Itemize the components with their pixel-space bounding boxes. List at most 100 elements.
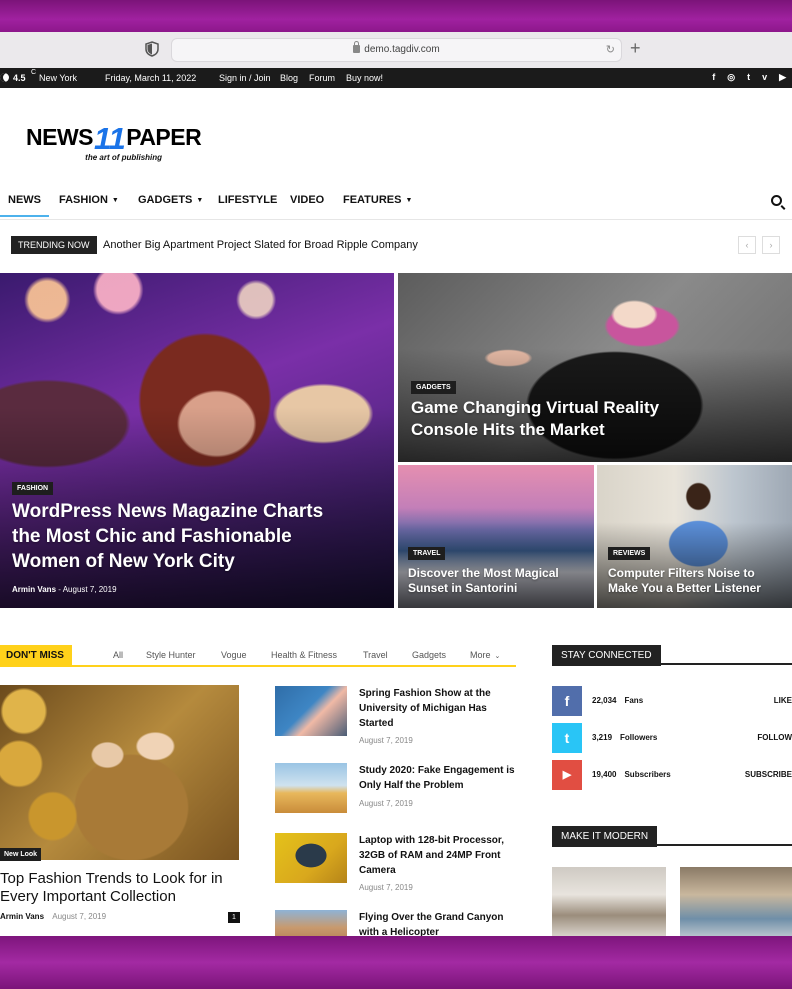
follow-button[interactable]: FOLLOW — [757, 733, 792, 742]
window-frame-top — [0, 0, 792, 32]
list-item[interactable]: Flying Over the Grand Canyon with a Heli… — [275, 910, 515, 936]
nav-item-video[interactable]: VIDEO — [290, 194, 324, 206]
logo-tagline: the art of publishing — [85, 153, 163, 162]
lock-icon — [353, 41, 361, 53]
twitter-icon[interactable]: t — [552, 723, 582, 753]
search-icon[interactable] — [771, 195, 782, 206]
site-logo[interactable]: NEWS 11 PAPER the art of publishing — [26, 123, 202, 162]
social-unit: Followers — [620, 733, 658, 742]
chevron-right-icon[interactable]: › — [762, 236, 780, 254]
author-name[interactable]: Armin Vans — [12, 585, 56, 594]
article-title[interactable]: Top Fashion Trends to Look for in Every … — [0, 870, 239, 906]
article-thumbnail[interactable] — [552, 867, 666, 936]
nav-item-fashion[interactable]: FASHION ▼ — [59, 194, 119, 206]
article-thumbnail[interactable] — [680, 867, 792, 936]
url-text: demo.tagdiv.com — [364, 44, 440, 55]
chevron-down-icon: ⌄ — [494, 653, 501, 660]
top-link-blog[interactable]: Blog — [280, 73, 298, 83]
tab-travel[interactable]: Travel — [363, 650, 388, 660]
nav-item-features[interactable]: FEATURES ▼ — [343, 194, 412, 206]
website: 4.5 C New York Friday, March 11, 2022 Si… — [0, 68, 792, 936]
tab-health-fitness[interactable]: Health & Fitness — [271, 650, 337, 660]
article-thumbnail[interactable] — [275, 763, 347, 813]
featured-title[interactable]: Computer Filters Noise to Make You a Bet… — [608, 566, 788, 596]
social-unit: Subscribers — [624, 770, 671, 779]
youtube-icon[interactable]: ▶ — [779, 72, 786, 83]
featured-tile-main[interactable]: FASHION WordPress News Magazine Charts t… — [0, 273, 394, 608]
nav-label: LIFESTYLE — [218, 194, 278, 206]
top-link-forum[interactable]: Forum — [309, 73, 335, 83]
facebook-icon[interactable]: f — [712, 72, 715, 83]
logo-text-news: NEWS — [26, 124, 94, 150]
article-thumbnail[interactable] — [275, 910, 347, 936]
trending-label: TRENDING NOW — [11, 236, 97, 254]
category-badge[interactable]: New Look — [0, 848, 42, 861]
article-title[interactable]: Spring Fashion Show at the University of… — [359, 686, 515, 731]
article-title[interactable]: Flying Over the Grand Canyon with a Heli… — [359, 910, 515, 936]
featured-tile-gadgets[interactable]: GADGETS Game Changing Virtual Reality Co… — [398, 273, 792, 462]
stay-connected-header: STAY CONNECTED — [552, 645, 792, 666]
category-badge[interactable]: TRAVEL — [408, 547, 446, 560]
article-thumbnail[interactable] — [275, 686, 347, 736]
social-count: 22,034 — [592, 696, 617, 705]
like-button[interactable]: LIKE — [774, 696, 792, 705]
post-date: August 7, 2019 — [52, 912, 107, 921]
social-unit: Fans — [624, 696, 644, 705]
featured-title[interactable]: Discover the Most Magical Sunset in Sant… — [408, 566, 578, 596]
instagram-icon[interactable]: ◎ — [727, 72, 735, 83]
logo-text-paper: PAPER — [126, 124, 202, 150]
social-row-youtube[interactable]: ▶ 19,400 Subscribers SUBSCRIBE — [552, 760, 792, 790]
tab-gadgets[interactable]: Gadgets — [412, 650, 446, 660]
shield-icon[interactable] — [145, 41, 159, 57]
article-title[interactable]: Study 2020: Fake Engagement is Only Half… — [359, 763, 515, 793]
social-row-facebook[interactable]: f 22,034 Fans LIKE — [552, 686, 792, 716]
new-tab-icon[interactable]: + — [630, 37, 641, 59]
nav-item-gadgets[interactable]: GADGETS ▼ — [138, 194, 203, 206]
top-link-buy[interactable]: Buy now! — [346, 73, 383, 83]
social-count: 3,219 — [592, 733, 613, 742]
social-row-twitter[interactable]: t 3,219 Followers FOLLOW — [552, 723, 792, 753]
stay-connected-label: STAY CONNECTED — [552, 645, 661, 666]
chevron-left-icon[interactable]: ‹ — [738, 236, 756, 254]
make-it-modern-header: MAKE IT MODERN — [552, 826, 792, 847]
featured-tile-travel[interactable]: TRAVEL Discover the Most Magical Sunset … — [398, 465, 594, 608]
top-link-signin[interactable]: Sign in / Join — [219, 73, 271, 83]
vimeo-icon[interactable]: v — [762, 72, 767, 83]
author-name[interactable]: Armin Vans — [0, 912, 44, 921]
post-date: August 7, 2019 — [359, 883, 413, 892]
article-title[interactable]: Laptop with 128-bit Processor, 32GB of R… — [359, 833, 515, 878]
article-thumbnail[interactable] — [275, 833, 347, 883]
subscribe-button[interactable]: SUBSCRIBE — [745, 770, 792, 779]
featured-tile-reviews[interactable]: REVIEWS Computer Filters Noise to Make Y… — [597, 465, 792, 608]
category-badge[interactable]: REVIEWS — [608, 547, 651, 560]
reload-icon[interactable]: ↻ — [606, 43, 615, 56]
browser-toolbar: demo.tagdiv.com ↻ + — [0, 32, 792, 68]
chevron-down-icon: ▼ — [196, 197, 204, 204]
nav-active-indicator — [0, 215, 49, 217]
address-bar[interactable]: demo.tagdiv.com ↻ — [171, 38, 622, 62]
featured-title[interactable]: Game Changing Virtual Reality Console Hi… — [411, 397, 701, 441]
trending-headline[interactable]: Another Big Apartment Project Slated for… — [103, 239, 418, 251]
nav-item-lifestyle[interactable]: LIFESTYLE — [218, 194, 277, 206]
chevron-down-icon: ▼ — [111, 197, 119, 204]
nav-label: FEATURES — [343, 194, 402, 206]
article-image[interactable] — [0, 685, 239, 860]
tab-vogue[interactable]: Vogue — [221, 650, 247, 660]
temperature: 4.5 — [13, 73, 26, 83]
twitter-icon[interactable]: t — [747, 72, 750, 83]
comment-count[interactable]: 1 — [228, 912, 240, 923]
featured-title[interactable]: WordPress News Magazine Charts the Most … — [12, 499, 342, 574]
youtube-icon[interactable]: ▶ — [552, 760, 582, 790]
main-navigation: NEWS FASHION ▼ GADGETS ▼ LIFESTYLE VIDEO F… — [0, 188, 792, 220]
tab-more[interactable]: More ⌄ — [470, 650, 500, 660]
category-badge[interactable]: FASHION — [12, 482, 54, 495]
nav-label: GADGETS — [138, 194, 193, 206]
tab-style-hunter[interactable]: Style Hunter — [146, 650, 196, 660]
category-badge[interactable]: GADGETS — [411, 381, 456, 394]
nav-label: NEWS — [8, 194, 41, 206]
facebook-icon[interactable]: f — [552, 686, 582, 716]
tab-all[interactable]: All — [113, 650, 123, 660]
post-date: August 7, 2019 — [359, 799, 413, 808]
nav-item-news[interactable]: NEWS — [8, 194, 41, 206]
post-date: August 7, 2019 — [359, 736, 413, 745]
